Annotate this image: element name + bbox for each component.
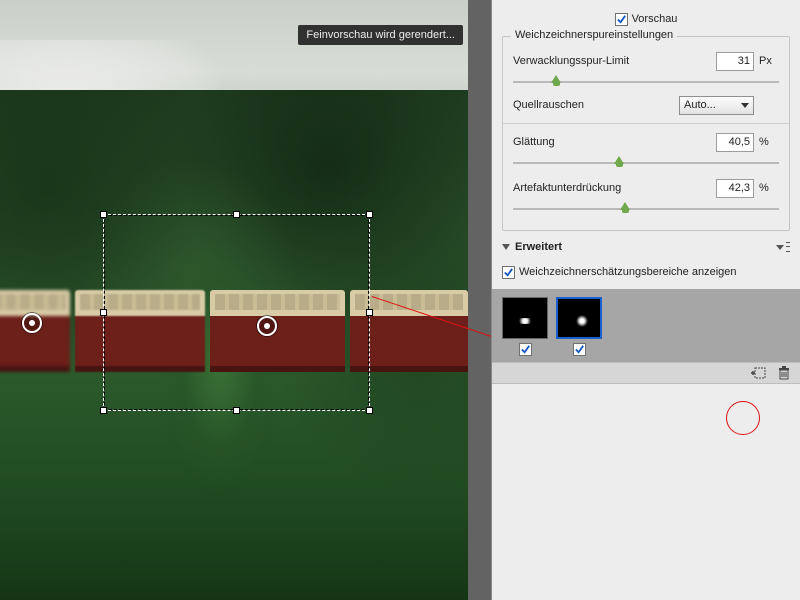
artifact-slider[interactable] <box>513 200 779 218</box>
smoothing-slider[interactable] <box>513 154 779 172</box>
show-regions-label: Weichzeichnerschätzungsbereiche anzeigen <box>519 266 737 278</box>
chevron-down-icon <box>741 103 749 108</box>
settings-panel: Vorschau Weichzeichnerspureinstellungen … <box>491 0 800 600</box>
source-noise-label: Quellrauschen <box>513 99 679 111</box>
region-thumb-checkbox[interactable] <box>573 343 586 356</box>
render-status: Feinvorschau wird gerendert... <box>298 25 463 45</box>
handle-br[interactable] <box>366 407 373 414</box>
handle-bm[interactable] <box>233 407 240 414</box>
region-thumbnails <box>492 289 800 362</box>
smoothing-input[interactable] <box>716 133 754 152</box>
bounds-label: Verwacklungsspur-Limit <box>513 55 716 67</box>
region-thumb[interactable] <box>556 297 602 339</box>
preview-label: Vorschau <box>632 13 678 25</box>
handle-tl[interactable] <box>100 211 107 218</box>
handle-mr[interactable] <box>366 309 373 316</box>
handle-ml[interactable] <box>100 309 107 316</box>
source-noise-select[interactable]: Auto... <box>679 96 754 115</box>
artifact-unit: % <box>759 182 779 194</box>
image-preview[interactable]: Feinvorschau wird gerendert... <box>0 0 491 600</box>
preview-checkbox[interactable] <box>615 13 628 26</box>
flyout-menu-icon[interactable] <box>776 242 790 252</box>
artifact-label: Artefaktunterdrückung <box>513 182 716 194</box>
thumbnail-toolbar <box>492 362 800 384</box>
artifact-input[interactable] <box>716 179 754 198</box>
handle-bl[interactable] <box>100 407 107 414</box>
bounds-unit: Px <box>759 55 779 67</box>
smoothing-unit: % <box>759 136 779 148</box>
source-noise-value: Auto... <box>684 99 716 111</box>
handle-tr[interactable] <box>366 211 373 218</box>
bounds-slider[interactable] <box>513 73 779 91</box>
trash-icon[interactable] <box>776 365 792 381</box>
advanced-section-header[interactable]: Erweitert <box>502 237 790 257</box>
blur-trace-group: Weichzeichnerspureinstellungen Verwacklu… <box>502 36 790 231</box>
handle-tm[interactable] <box>233 211 240 218</box>
add-region-icon[interactable] <box>750 365 766 381</box>
group-title: Weichzeichnerspureinstellungen <box>511 29 677 41</box>
smoothing-label: Glättung <box>513 136 716 148</box>
blur-pin[interactable] <box>22 313 42 333</box>
advanced-title: Erweitert <box>515 241 776 253</box>
bounds-input[interactable] <box>716 52 754 71</box>
show-regions-checkbox[interactable] <box>502 266 515 279</box>
selection-marquee[interactable] <box>103 214 370 411</box>
disclosure-triangle-icon <box>502 244 510 250</box>
region-thumb[interactable] <box>502 297 548 339</box>
annotation-circle <box>726 401 760 435</box>
region-thumb-checkbox[interactable] <box>519 343 532 356</box>
